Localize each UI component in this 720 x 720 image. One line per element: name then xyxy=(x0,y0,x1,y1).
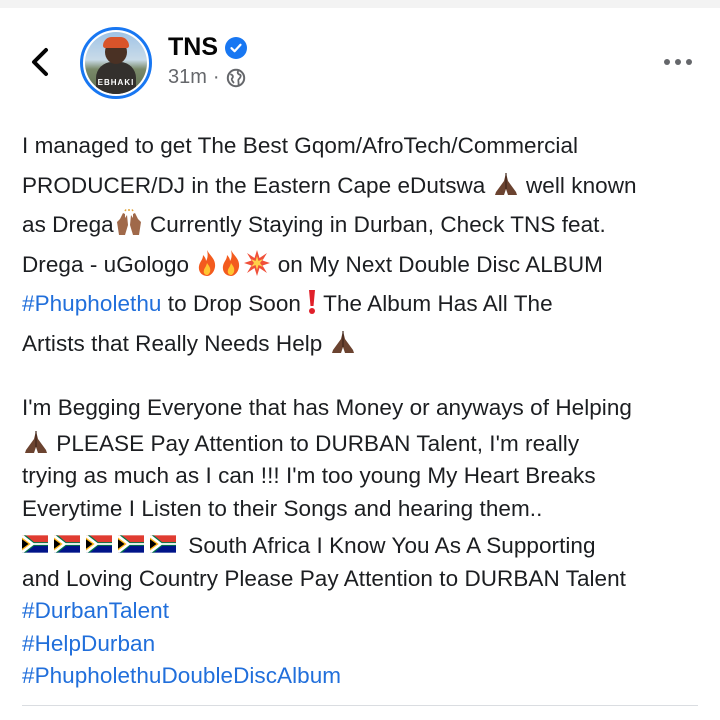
post-paragraph: I'm Begging Everyone that has Money or a… xyxy=(22,388,712,693)
hashtag-line: #DurbanTalent xyxy=(22,595,712,628)
collision-emoji xyxy=(244,249,271,276)
hashtag-help-durban[interactable]: #HelpDurban xyxy=(22,631,155,656)
post-timestamp[interactable]: 31m xyxy=(168,66,207,89)
post-line: I'm Begging Everyone that has Money or a… xyxy=(22,388,712,428)
post-meta: 31m · xyxy=(168,66,246,89)
hashtag-phupholethu-album[interactable]: #PhupholethuDoubleDiscAlbum xyxy=(22,663,341,688)
post-text-span: and Loving Country Please Pay Attention … xyxy=(22,565,626,591)
avatar-caption: EBHAKI xyxy=(97,78,135,87)
post-text-span: I'm Begging Everyone that has Money or a… xyxy=(22,395,632,420)
post-line: South Africa I Know You As A Supporting xyxy=(22,530,712,563)
post-text-span: PLEASE Pay Attention to DURBAN Talent, I… xyxy=(50,430,580,456)
post-line: and Loving Country Please Pay Attention … xyxy=(22,563,712,596)
post-line: I managed to get The Best Gqom/AfroTech/… xyxy=(22,126,712,166)
post-divider xyxy=(22,705,698,706)
post-text-span: Drega - uGologo xyxy=(22,251,196,277)
author-row: TNS xyxy=(168,33,247,62)
post-text-span: South Africa I Know You As A Supporting xyxy=(182,533,596,558)
folded-hands-emoji xyxy=(494,172,517,195)
post-line: PLEASE Pay Attention to DURBAN Talent, I… xyxy=(22,428,712,461)
post-line: Drega - uGologo on My Next Double Disc A… xyxy=(22,245,712,285)
post-text-span: to Drop Soon xyxy=(161,291,308,316)
post-text-span: The Album Has All The xyxy=(317,291,553,316)
post-text-span: Currently Staying in Durban, Check TNS f… xyxy=(143,212,606,237)
post-text-span: Everytime I Listen to their Songs and he… xyxy=(22,495,543,521)
avatar-image: EBHAKI xyxy=(85,32,147,94)
post-text-span: on My Next Double Disc ALBUM xyxy=(271,251,603,277)
post-line: Everytime I Listen to their Songs and he… xyxy=(22,493,712,526)
globe-icon[interactable] xyxy=(226,68,246,88)
post-text-span: well known xyxy=(519,172,637,198)
fire-emoji xyxy=(223,249,240,276)
post-text: I managed to get The Best Gqom/AfroTech/… xyxy=(22,126,712,693)
fire-emoji xyxy=(199,249,216,276)
verified-badge-icon xyxy=(225,36,247,59)
post-line: PRODUCER/DJ in the Eastern Cape eDutswa … xyxy=(22,166,712,206)
post-text-span: as Drega xyxy=(22,212,114,237)
post-text-span: I managed to get The Best Gqom/AfroTech/… xyxy=(22,133,579,158)
post-text-span: Artists that Really Needs Help xyxy=(22,330,329,356)
red-exclamation-emoji xyxy=(309,290,316,315)
south-africa-flag-emoji xyxy=(54,535,80,553)
hashtag-line: #PhupholethuDoubleDiscAlbum xyxy=(22,660,712,693)
post-line: as Drega Currently Staying in Durban, Ch… xyxy=(22,205,712,245)
folded-hands-emoji xyxy=(25,430,47,453)
south-africa-flag-emoji xyxy=(118,535,144,553)
more-options-button[interactable] xyxy=(660,52,696,72)
status-strip xyxy=(0,0,720,8)
south-africa-flag-emoji xyxy=(150,535,176,553)
avatar[interactable]: EBHAKI xyxy=(80,27,152,99)
south-africa-flags xyxy=(22,533,182,558)
south-africa-flag-emoji xyxy=(86,535,112,553)
meta-separator: · xyxy=(212,66,220,88)
hashtag-line: #HelpDurban xyxy=(22,628,712,661)
back-button[interactable] xyxy=(22,44,58,80)
post-text-span: trying as much as I can !!! I'm too youn… xyxy=(22,463,596,488)
more-options-icon xyxy=(664,59,692,65)
south-africa-flag-emoji xyxy=(22,535,48,553)
raising-hands-emoji xyxy=(116,209,141,236)
hashtag-link[interactable]: #Phupholethu xyxy=(22,291,161,316)
post-line: trying as much as I can !!! I'm too youn… xyxy=(22,460,712,493)
chevron-left-icon xyxy=(32,48,48,76)
hashtag-durban-talent[interactable]: #DurbanTalent xyxy=(22,598,169,623)
folded-hands-emoji xyxy=(331,330,354,353)
author-name[interactable]: TNS xyxy=(168,33,218,62)
post-line: Artists that Really Needs Help xyxy=(22,324,712,364)
post-line: #Phupholethu to Drop Soon The Album Has … xyxy=(22,284,712,324)
post-text-span: PRODUCER/DJ in the Eastern Cape eDutswa xyxy=(22,172,486,198)
